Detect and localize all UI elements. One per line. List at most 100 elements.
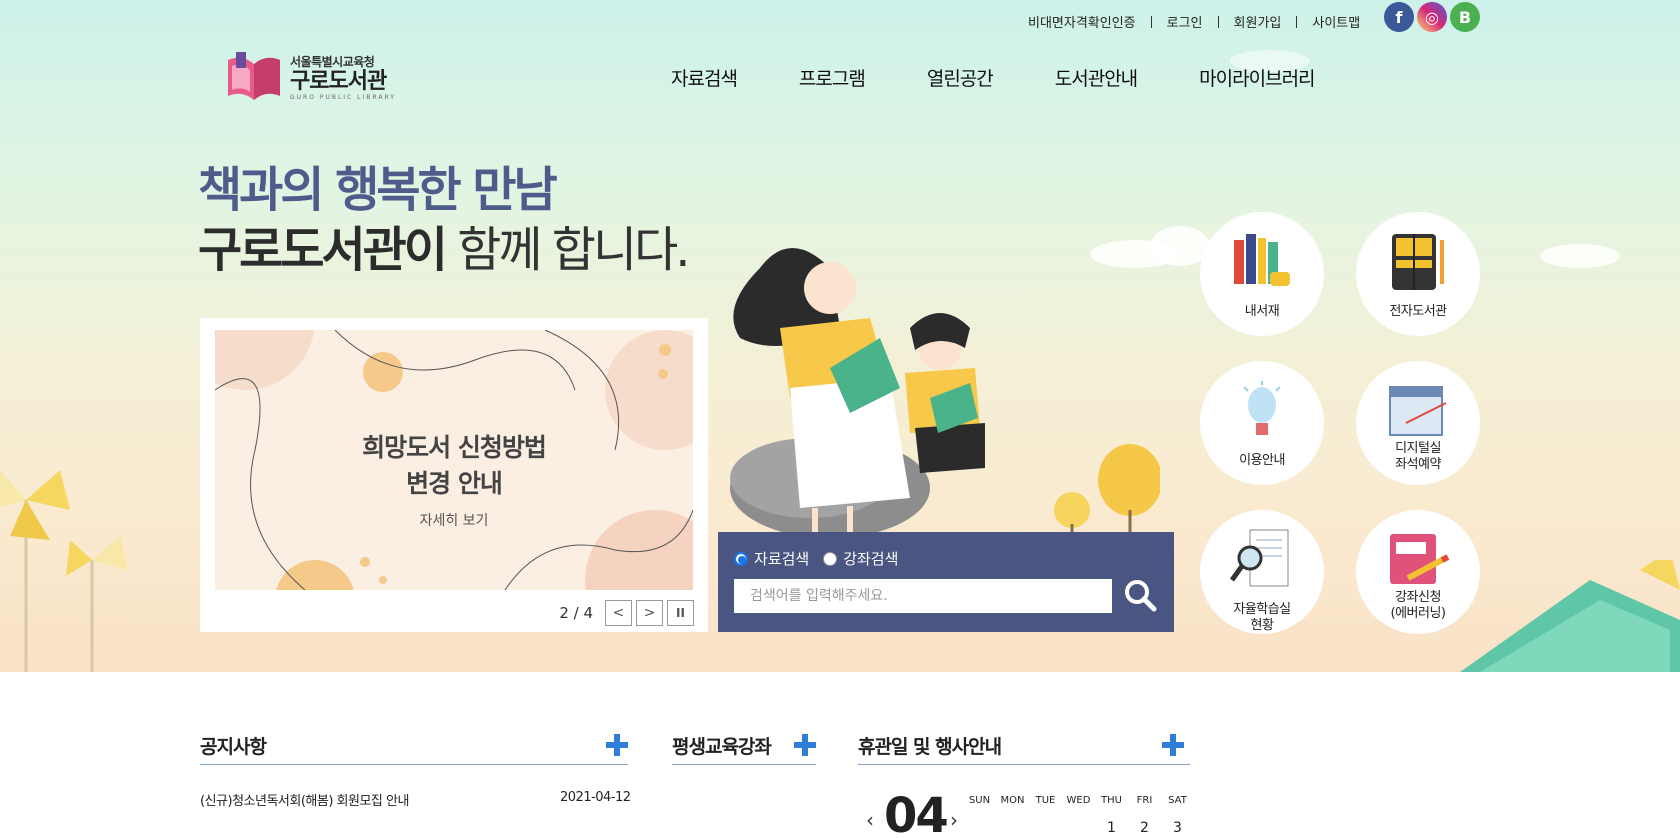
quick-menu-label: 전자도서관 (1389, 304, 1447, 319)
main-nav: 자료검색 프로그램 열린공간 도서관안내 마이라이브러리 (671, 64, 1316, 91)
headline-line2-rest: 함께 합니다. (444, 222, 690, 278)
banner-page-indicator: 2 / 4 (559, 604, 593, 622)
calendar-month: 04 (884, 788, 949, 838)
banner-title-line2: 변경 안내 (406, 469, 503, 498)
nav-item-open-space[interactable]: 열린공간 (927, 64, 994, 91)
util-link-identity-check[interactable]: 비대면자격확인인증 (1028, 12, 1136, 31)
lightbulb-icon (1243, 381, 1281, 435)
banner-slider: 희망도서 신청방법 변경 안내 자세히 보기 2 / 4 < > II (200, 318, 708, 632)
banner-title: 희망도서 신청방법 변경 안내 (215, 430, 693, 502)
radio-button-checked[interactable] (734, 551, 748, 566)
notice-item-title[interactable]: (신규)청소년독서회(해봄) 회원모집 안내 (200, 790, 409, 809)
pinwheel-illustration (0, 470, 128, 672)
calendar-date (996, 820, 1029, 836)
nav-item-search[interactable]: 자료검색 (671, 64, 738, 91)
notice-title: 공지사항 (200, 736, 267, 758)
tree-illustration (1054, 444, 1160, 532)
weekday: TUE (1035, 795, 1056, 806)
calendar-weekdays: SUN MON TUE WED THU FRI SAT (963, 795, 1194, 806)
quick-menu-label-line1: 강좌신청 (1395, 590, 1441, 605)
divider (1296, 15, 1298, 28)
sns-links: f ◎ B (1384, 2, 1480, 32)
quick-menu-label: 강좌신청 (에버러닝) (1356, 590, 1480, 622)
weekday: FRI (1136, 795, 1153, 806)
calendar-next-chevron-icon[interactable]: › (950, 808, 958, 832)
quick-menu-study-room[interactable]: 자율학습실 현황 (1200, 510, 1324, 634)
logo-name: 구로도서관 (290, 69, 387, 94)
nav-item-library-info[interactable]: 도서관안내 (1055, 64, 1138, 91)
calendar-date[interactable]: 1 (1095, 820, 1128, 836)
logo-eng: GURO PUBLIC LIBRARY (290, 94, 396, 101)
next-arrow-icon[interactable]: > (636, 600, 663, 626)
quick-menu-label-line2: 현황 (1250, 618, 1274, 633)
pause-icon[interactable]: II (667, 600, 694, 626)
quick-menu-guide[interactable]: 이용안내 (1200, 361, 1324, 485)
calendar-dates: 1 2 3 (963, 820, 1194, 836)
magnifier-icon (1230, 529, 1289, 587)
notice-item-date: 2021-04-12 (560, 790, 631, 805)
headline-line2-bold: 구로도서관이 (198, 222, 448, 278)
radio-label: 자료검색 (754, 550, 810, 568)
calendar-prev-chevron-icon[interactable]: ‹ (866, 808, 874, 832)
calendar-more-plus-icon[interactable] (1162, 734, 1184, 756)
ebook-icon (1392, 234, 1444, 290)
book-pencil-icon (1390, 534, 1450, 584)
facebook-icon[interactable]: f (1384, 2, 1414, 32)
util-link-sitemap[interactable]: 사이트맵 (1312, 12, 1360, 31)
divider (1217, 15, 1219, 28)
weekday: SUN (968, 795, 991, 806)
lifelong-more-plus-icon[interactable] (794, 734, 816, 756)
quick-menu-seat-reservation[interactable]: 디지털실 좌석예약 (1356, 361, 1480, 485)
cloud-decoration (1540, 244, 1620, 268)
quick-menu-my-shelf[interactable]: 내서재 (1200, 212, 1324, 336)
weekday: WED (1066, 795, 1091, 806)
weekday: THU (1101, 795, 1122, 806)
library-logo-icon (228, 52, 280, 100)
quick-menu-label: 디지털실 좌석예약 (1356, 441, 1480, 473)
divider (672, 764, 816, 765)
headline-line2: 구로도서관이 함께 합니다. (198, 220, 691, 280)
search-input[interactable] (734, 579, 1112, 613)
quick-menu-label-line1: 자율학습실 (1233, 602, 1291, 617)
nav-item-my-library[interactable]: 마이라이브러리 (1199, 64, 1315, 91)
calendar-date (963, 820, 996, 836)
quick-menu-course-application[interactable]: 강좌신청 (에버러닝) (1356, 510, 1480, 634)
quick-menu-label-line1: 디지털실 (1395, 441, 1441, 456)
logo-org: 서울특별시교육청 (290, 55, 375, 69)
prev-arrow-icon[interactable]: < (605, 600, 632, 626)
quick-menu-label-line2: (에버러닝) (1390, 606, 1446, 621)
search-box: 자료검색 강좌검색 (718, 532, 1174, 632)
nav-item-program[interactable]: 프로그램 (799, 64, 866, 91)
util-link-signup[interactable]: 회원가입 (1234, 12, 1282, 31)
utility-nav: 비대면자격확인인증 로그인 회원가입 사이트맵 (1028, 12, 1360, 31)
divider (1150, 15, 1152, 28)
quick-menu-label: 내서재 (1244, 304, 1280, 319)
site-logo[interactable]: 서울특별시교육청 구로도서관 GURO PUBLIC LIBRARY (226, 52, 396, 102)
divider (858, 764, 1190, 765)
hero-headline: 책과의 행복한 만남 구로도서관이 함께 합니다. (198, 160, 691, 280)
quick-menu-ebook[interactable]: 전자도서관 (1356, 212, 1480, 336)
instagram-icon[interactable]: ◎ (1417, 2, 1447, 32)
util-link-login[interactable]: 로그인 (1167, 12, 1203, 31)
weekday: MON (1000, 795, 1025, 806)
calendar-date (1029, 820, 1062, 836)
reading-illustration (730, 248, 985, 532)
radio-label: 강좌검색 (843, 550, 899, 568)
quick-menu-label-line2: 좌석예약 (1395, 457, 1441, 472)
banner-more-link[interactable]: 자세히 보기 (215, 510, 693, 530)
banner-slide[interactable]: 희망도서 신청방법 변경 안내 자세히 보기 (215, 330, 693, 590)
calendar-title: 휴관일 및 행사안내 (858, 736, 1002, 758)
radio-course-search[interactable]: 강좌검색 (823, 548, 898, 569)
radio-button[interactable] (823, 551, 838, 566)
banner-controls: 2 / 4 < > II (559, 600, 694, 626)
calendar-date (1062, 820, 1095, 836)
banner-title-line1: 희망도서 신청방법 (362, 433, 547, 462)
quick-menu-label: 자율학습실 현황 (1200, 602, 1324, 634)
search-icon[interactable] (1122, 577, 1158, 613)
calendar-date[interactable]: 3 (1161, 820, 1194, 836)
blog-icon[interactable]: B (1450, 2, 1480, 32)
radio-material-search[interactable]: 자료검색 (734, 548, 809, 569)
calendar-date[interactable]: 2 (1128, 820, 1161, 836)
weekday: SAT (1168, 795, 1187, 806)
notice-more-plus-icon[interactable] (606, 734, 628, 756)
